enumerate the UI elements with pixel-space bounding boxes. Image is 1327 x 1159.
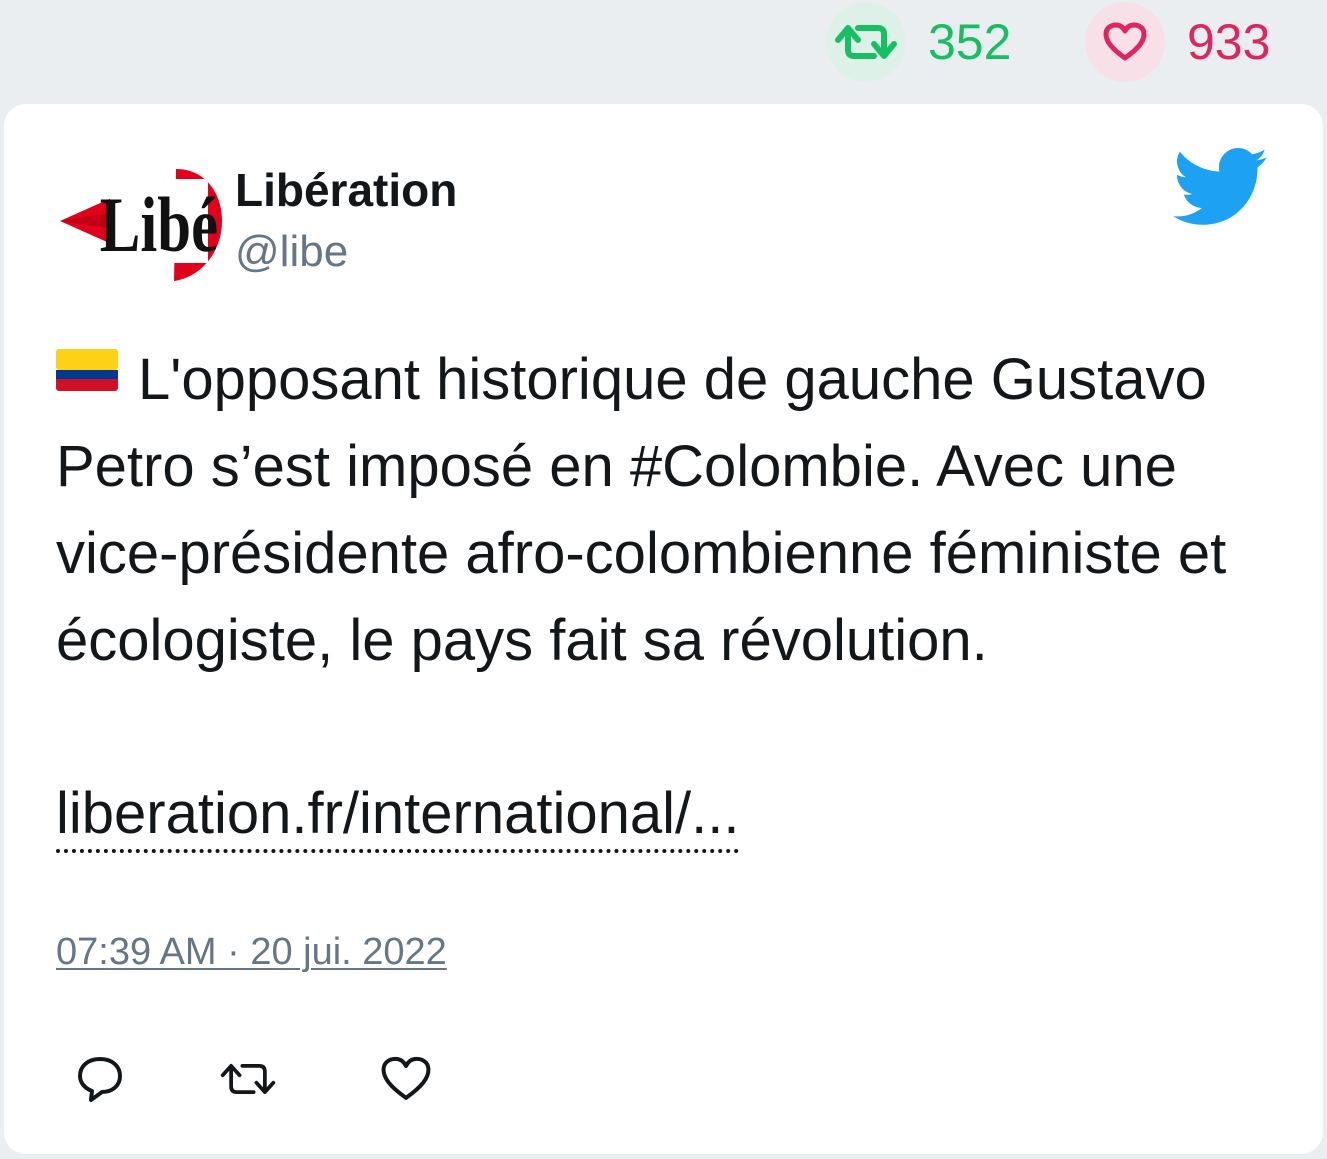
retweet-count: 352 xyxy=(928,14,1012,70)
retweet-stat[interactable]: 352 xyxy=(826,2,1011,82)
retweet-stat-icon-circle xyxy=(826,2,906,82)
like-button[interactable] xyxy=(376,1049,436,1109)
tweet-timestamp[interactable]: 07:39 AM · 20 jui. 2022 xyxy=(56,931,447,974)
heart-icon xyxy=(381,1056,431,1100)
avatar-logo-text: Libé xyxy=(100,183,218,269)
author-handle[interactable]: @libe xyxy=(235,227,348,278)
engagement-stats: 352 933 xyxy=(0,0,1327,100)
liberation-logo-avatar[interactable]: Libé xyxy=(56,159,226,289)
retweet-icon xyxy=(220,1064,276,1094)
colombia-flag-icon xyxy=(56,349,118,391)
twitter-bird-icon[interactable] xyxy=(1172,148,1270,228)
like-stat[interactable]: 933 xyxy=(1085,2,1270,82)
tweet-body: L'opposant historique de gauche Gustavo … xyxy=(56,347,1227,673)
tweet-text: L'opposant historique de gauche Gustavo … xyxy=(56,336,1306,684)
tweet-card: Libé Libération @libe L'opposant histori… xyxy=(4,104,1323,1154)
reply-icon xyxy=(78,1057,122,1102)
article-link[interactable]: liberation.fr/international/... xyxy=(56,779,740,853)
retweet-button[interactable] xyxy=(218,1049,278,1109)
retweet-icon xyxy=(835,25,897,59)
author-name[interactable]: Libération xyxy=(235,164,457,217)
like-stat-icon-circle xyxy=(1085,2,1165,82)
like-count: 933 xyxy=(1187,14,1271,70)
reply-button[interactable] xyxy=(70,1049,130,1109)
heart-icon xyxy=(1103,22,1147,61)
